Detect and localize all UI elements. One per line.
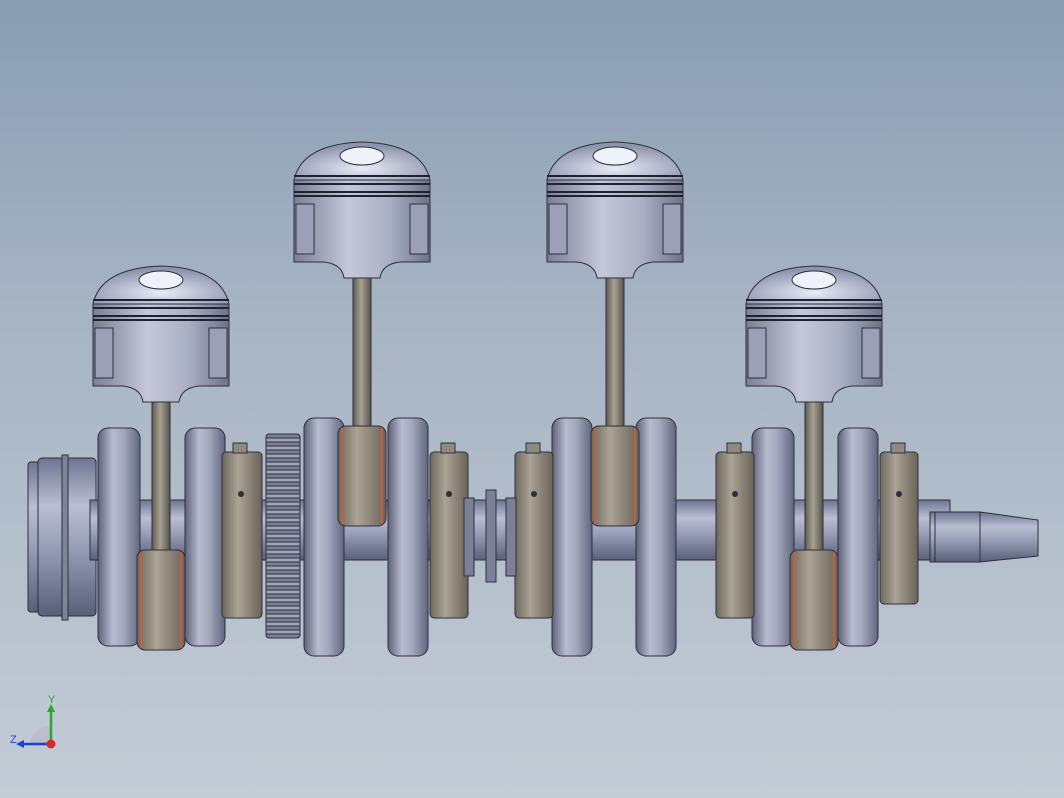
- pin-boss-left: [747, 327, 767, 379]
- front-pulley[interactable]: [27, 454, 97, 621]
- pin-boss-right: [662, 203, 682, 255]
- y-axis-label: Y: [48, 694, 56, 706]
- crankshaft-assembly-model[interactable]: [0, 0, 1064, 798]
- rod-big-end: [136, 549, 186, 651]
- view-orientation-triad: Y Z: [8, 694, 68, 756]
- rod-big-end: [789, 549, 839, 651]
- crown-valve-relief: [592, 146, 638, 166]
- pin-boss-left: [295, 203, 315, 255]
- pin-boss-left: [548, 203, 568, 255]
- crown-valve-relief: [791, 270, 837, 290]
- rod-big-end: [337, 425, 387, 527]
- graphics-viewport[interactable]: Y Z: [0, 0, 1064, 798]
- timing-gear[interactable]: [265, 433, 301, 639]
- rod-big-end: [590, 425, 640, 527]
- pin-boss-right: [208, 327, 228, 379]
- z-axis-label: Z: [10, 734, 17, 746]
- pin-boss-right: [861, 327, 881, 379]
- x-axis-dot: [46, 739, 56, 749]
- pin-boss-right: [409, 203, 429, 255]
- pin-boss-left: [94, 327, 114, 379]
- crown-valve-relief: [138, 270, 184, 290]
- center-sprockets[interactable]: [463, 489, 517, 583]
- crown-valve-relief: [339, 146, 385, 166]
